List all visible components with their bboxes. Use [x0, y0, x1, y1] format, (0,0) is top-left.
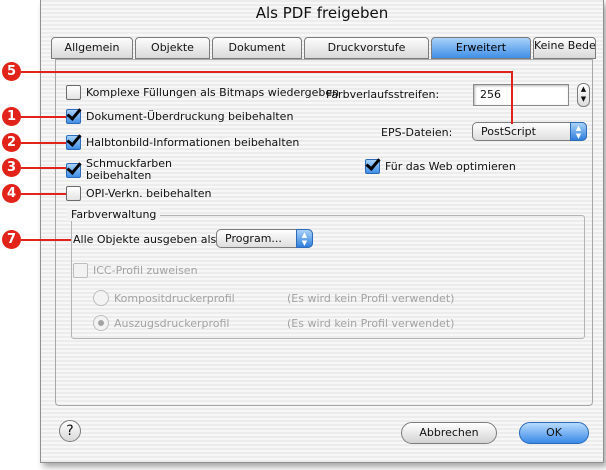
spot-colors-label-line2: beibehalten [86, 169, 152, 182]
opi-label: OPI-Verkn. beibehalten [86, 187, 212, 200]
spot-colors-label: Schmuckfarben beibehalten [86, 158, 172, 182]
cancel-button[interactable]: Abbrechen [401, 422, 497, 444]
callout-1: 1 [2, 107, 21, 126]
separation-profile-radio[interactable] [93, 315, 109, 331]
gradient-steps-label: Farbverlaufsstreifen: [326, 88, 440, 101]
composite-profile-note: (Es wird kein Profil verwendet) [287, 292, 455, 305]
output-as-popup[interactable]: Program... ▲ ▼ [216, 229, 313, 248]
tab-keine-bedenken[interactable]: Keine Bedenken [533, 37, 596, 59]
callout-4: 4 [2, 184, 21, 203]
tab-erweitert[interactable]: Erweitert [431, 37, 531, 59]
eps-files-popup[interactable]: PostScript ▲ ▼ [472, 122, 587, 141]
composite-profile-radio[interactable] [93, 290, 109, 306]
overprint-option[interactable]: Dokument-Überdruckung beibehalten [66, 109, 293, 124]
complex-fills-option[interactable]: Komplexe Füllungen als Bitmaps wiedergeb… [66, 85, 339, 100]
callout-5: 5 [2, 62, 21, 81]
callout-4-line [21, 193, 66, 195]
separation-profile-note: (Es wird kein Profil verwendet) [287, 317, 455, 330]
output-as-label: Alle Objekte ausgeben als: [73, 233, 220, 246]
web-optimize-checkbox[interactable] [365, 159, 380, 174]
halftone-option[interactable]: Halbtonbild-Informationen beibehalten [66, 135, 299, 150]
callout-5-connector [511, 71, 513, 124]
web-optimize-option[interactable]: Für das Web optimieren [365, 159, 516, 174]
tab-druckvorstufe[interactable]: Druckvorstufe [304, 37, 429, 59]
tab-objekte[interactable]: Objekte [135, 37, 210, 59]
opi-option[interactable]: OPI-Verkn. beibehalten [66, 186, 212, 201]
pdf-export-dialog: Als PDF freigeben Allgemein Objekte Doku… [40, 0, 604, 463]
icc-profile-option[interactable]: ICC-Profil zuweisen [73, 263, 198, 278]
tab-bar: Allgemein Objekte Dokument Druckvorstufe… [51, 37, 596, 59]
popup-arrows-icon: ▲ ▼ [570, 122, 587, 141]
callout-2: 2 [2, 133, 21, 152]
color-management-title: Farbverwaltung [67, 208, 161, 221]
overprint-label: Dokument-Überdruckung beibehalten [86, 110, 294, 123]
dialog-title: Als PDF freigeben [255, 4, 389, 22]
callout-3: 3 [2, 158, 21, 177]
composite-profile-option[interactable]: Kompositdruckerprofil [93, 290, 235, 306]
gradient-steps-input[interactable]: 256 [473, 84, 569, 106]
callout-1-line [21, 116, 66, 118]
eps-files-value: PostScript [481, 125, 536, 138]
output-as-value: Program... [225, 232, 282, 245]
separation-profile-label: Auszugsdruckerprofil [114, 316, 230, 330]
complex-fills-label: Komplexe Füllungen als Bitmaps wiedergeb… [86, 86, 340, 99]
composite-profile-label: Kompositdruckerprofil [114, 291, 235, 305]
eps-files-label: EPS-Dateien: [381, 126, 453, 139]
tab-keine-bedenken-label: Keine Bedenken [534, 39, 596, 52]
gradient-steps-stepper[interactable]: ▲ ▼ [577, 83, 590, 107]
icc-profile-checkbox[interactable] [73, 263, 88, 278]
callout-5-line [21, 71, 513, 73]
complex-fills-checkbox[interactable] [66, 85, 81, 100]
halftone-label: Halbtonbild-Informationen beibehalten [86, 136, 300, 149]
halftone-checkbox[interactable] [66, 135, 81, 150]
help-button[interactable]: ? [59, 420, 81, 442]
popup-arrows-icon: ▲ ▼ [296, 229, 313, 248]
separation-profile-option[interactable]: Auszugsdruckerprofil [93, 315, 229, 331]
web-optimize-label: Für das Web optimieren [385, 160, 516, 173]
callout-7: 7 [2, 230, 21, 249]
callout-2-line [21, 142, 66, 144]
opi-checkbox[interactable] [66, 186, 81, 201]
tab-allgemein[interactable]: Allgemein [51, 37, 133, 59]
overprint-checkbox[interactable] [66, 109, 81, 124]
callout-3-line [21, 167, 66, 169]
spot-colors-checkbox[interactable] [66, 162, 81, 178]
icc-profile-label: ICC-Profil zuweisen [93, 264, 198, 277]
tab-dokument[interactable]: Dokument [212, 37, 302, 59]
callout-7-line [21, 239, 71, 241]
spot-colors-option[interactable]: Schmuckfarben beibehalten [66, 158, 172, 182]
ok-button[interactable]: OK [519, 422, 589, 444]
